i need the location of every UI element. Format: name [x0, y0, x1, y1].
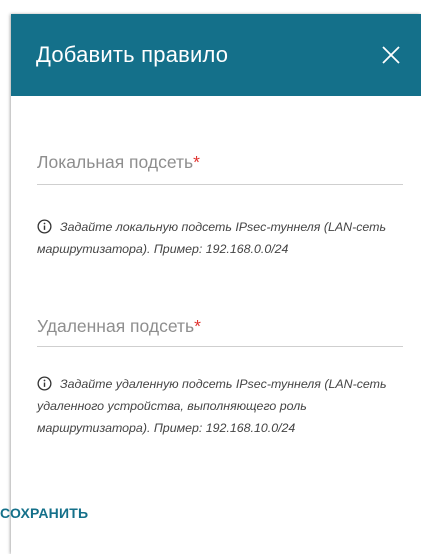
info-icon: [37, 219, 52, 234]
remote-subnet-input[interactable]: [37, 316, 403, 346]
remote-subnet-hint: Задайте удаленную подсеть IPsec-туннеля …: [37, 373, 407, 439]
remote-subnet-underline: [37, 346, 403, 347]
info-icon: [37, 376, 52, 391]
remote-subnet-field: Удаленная подсеть*: [37, 316, 403, 364]
local-subnet-field: Локальная подсеть*: [37, 152, 403, 200]
local-subnet-hint-text: Задайте локальную подсеть IPsec-туннеля …: [37, 220, 386, 256]
dialog-title: Добавить правило: [36, 42, 229, 67]
close-icon: [382, 46, 400, 64]
local-subnet-underline: [37, 184, 403, 185]
local-subnet-input[interactable]: [37, 152, 403, 182]
add-rule-dialog: Добавить правило Локальная подсеть* Зада…: [11, 14, 421, 554]
save-button[interactable]: СОХРАНИТЬ: [0, 505, 88, 521]
close-button[interactable]: [377, 41, 405, 69]
remote-subnet-hint-text: Задайте удаленную подсеть IPsec-туннеля …: [37, 377, 387, 435]
dialog-header: Добавить правило: [11, 14, 421, 96]
local-subnet-hint: Задайте локальную подсеть IPsec-туннеля …: [37, 216, 407, 260]
